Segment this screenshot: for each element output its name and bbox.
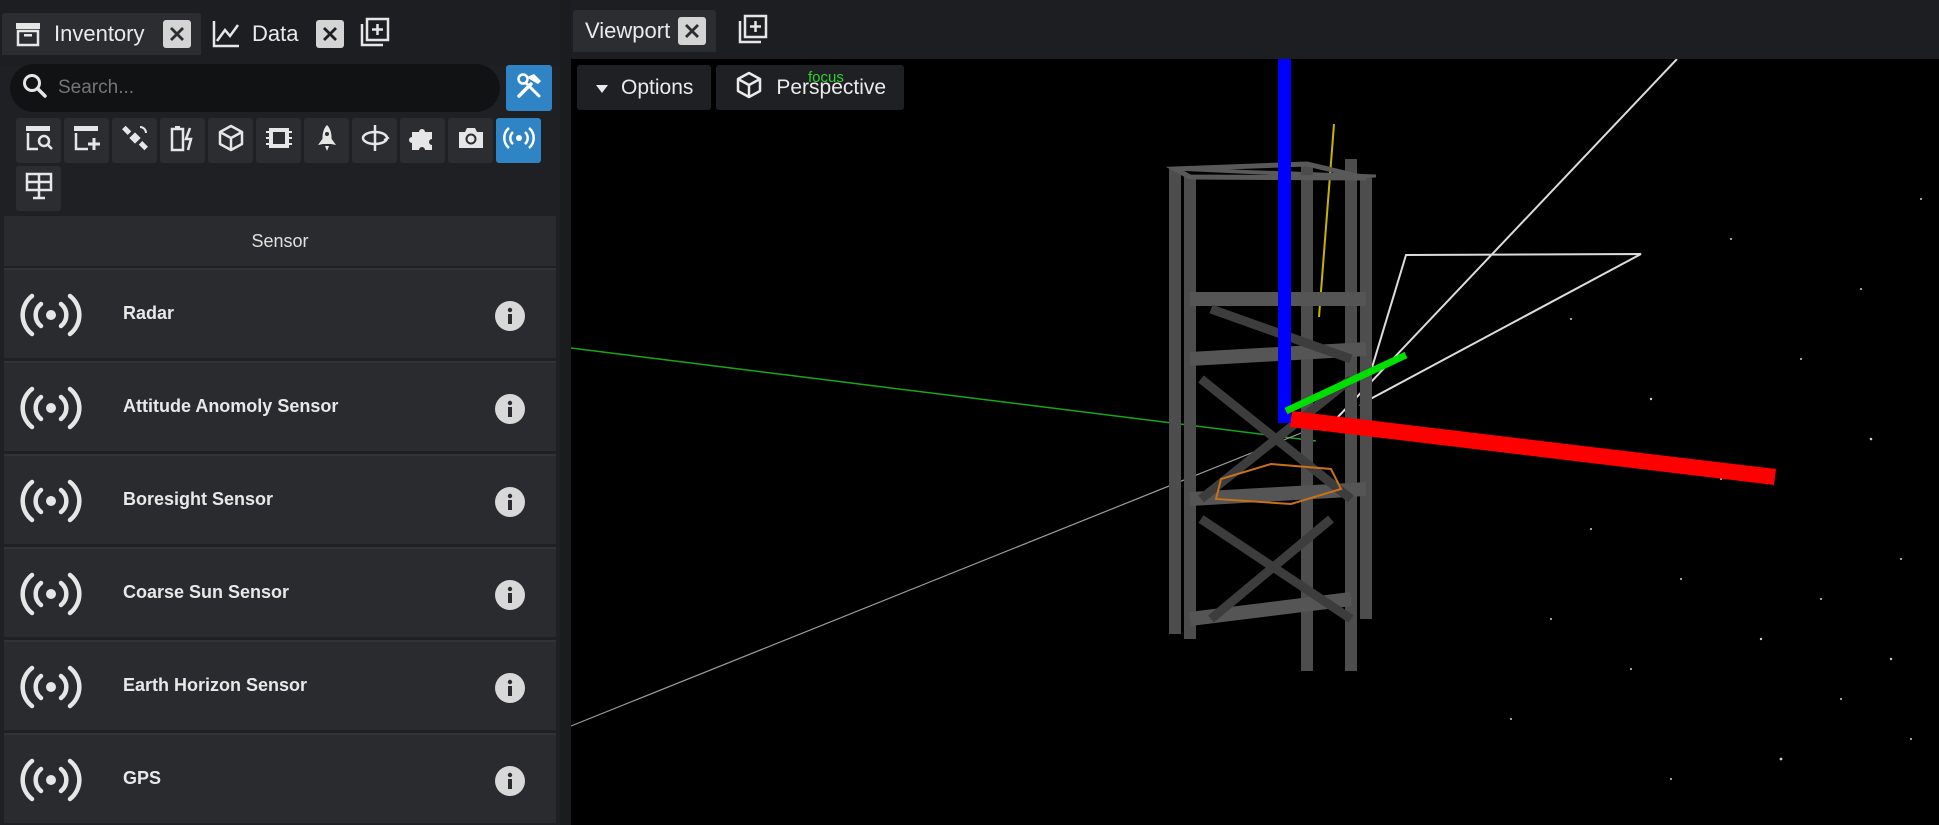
viewport-toolbar: Options Perspective: [577, 65, 905, 110]
filter-sensor[interactable]: [496, 118, 541, 163]
tab-viewport-label: Viewport: [585, 18, 671, 43]
filter-solar[interactable]: [16, 166, 61, 211]
list-item[interactable]: Earth Horizon Sensor: [4, 640, 556, 730]
search-input[interactable]: [58, 77, 478, 99]
add-tab-button[interactable]: [737, 13, 769, 50]
close-icon[interactable]: [678, 17, 707, 45]
list-item-label: Coarse Sun Sensor: [123, 582, 290, 602]
add-tab-icon: [737, 13, 769, 50]
options-label: Options: [621, 75, 694, 99]
options-button[interactable]: Options: [577, 65, 712, 110]
viewport-3d-scene[interactable]: [571, 59, 1939, 825]
inventory-add-icon: [72, 123, 102, 158]
close-icon[interactable]: [162, 20, 191, 48]
tab-viewport[interactable]: Viewport: [573, 10, 717, 52]
info-icon[interactable]: [495, 766, 525, 796]
rocket-icon: [312, 123, 342, 158]
info-icon[interactable]: [495, 394, 525, 424]
sensor-icon: [18, 755, 84, 805]
cube-icon: [216, 123, 246, 158]
filter-satellite[interactable]: [112, 118, 157, 163]
battery-charging-icon: [168, 123, 198, 158]
filter-payload[interactable]: [448, 118, 493, 163]
list-item-label: GPS: [123, 768, 162, 788]
info-icon[interactable]: [495, 487, 525, 517]
filter-structure[interactable]: [208, 118, 253, 163]
category-filters: [16, 118, 556, 214]
caret-down-icon: [595, 76, 609, 100]
sensor-icon: [502, 123, 535, 158]
info-icon[interactable]: [495, 301, 525, 331]
add-tab-button[interactable]: [359, 16, 391, 53]
list-item-label: Radar: [123, 303, 175, 323]
sensor-icon: [18, 476, 84, 526]
filter-plugins[interactable]: [400, 118, 445, 163]
solar-panel-icon: [24, 171, 54, 206]
info-icon[interactable]: [495, 580, 525, 610]
memory-chip-icon: [264, 123, 294, 158]
filter-inventory-search[interactable]: [16, 118, 61, 163]
hammer-wrench-icon: [514, 71, 544, 106]
list-item[interactable]: Coarse Sun Sensor: [4, 547, 556, 637]
list-item[interactable]: Radar: [4, 268, 556, 358]
pane-divider[interactable]: [560, 0, 571, 825]
viewport-tab-bar: Viewport: [571, 0, 1939, 59]
archive-icon: [12, 18, 44, 50]
filter-electronics[interactable]: [256, 118, 301, 163]
tools-button[interactable]: [506, 65, 552, 111]
sensor-icon: [18, 569, 84, 619]
left-tab-bar: Inventory Data: [0, 0, 560, 66]
sensor-icon: [18, 383, 84, 433]
inventory-panel: Inventory Data Search... Sensor Radar At…: [0, 0, 560, 825]
sensor-list: Radar Attitude Anomoly Sensor Boresight …: [4, 268, 556, 825]
camera-icon: [456, 123, 486, 158]
section-title: Sensor: [4, 216, 556, 266]
tab-inventory-label: Inventory: [54, 21, 145, 46]
line-chart-icon: [210, 18, 242, 50]
orbit-icon: [360, 123, 390, 158]
satellite-icon: [120, 123, 150, 158]
viewport-panel: Viewport Options Perspective focus: [571, 0, 1939, 825]
tab-data[interactable]: Data: [200, 13, 354, 55]
tab-data-label: Data: [252, 21, 299, 46]
list-item[interactable]: GPS: [4, 733, 556, 823]
tab-inventory[interactable]: Inventory: [2, 13, 201, 55]
search-box: [10, 64, 500, 112]
cube-icon: [734, 70, 764, 106]
filter-inventory-add[interactable]: [64, 118, 109, 163]
filter-propulsion[interactable]: [304, 118, 349, 163]
inventory-search-icon: [24, 123, 54, 158]
sensor-icon: [18, 290, 84, 340]
list-item-label: Boresight Sensor: [123, 489, 274, 509]
add-tab-icon: [359, 16, 391, 53]
list-item-label: Earth Horizon Sensor: [123, 675, 308, 695]
list-item[interactable]: Attitude Anomoly Sensor: [4, 361, 556, 451]
focus-label: focus: [808, 69, 844, 86]
filter-orbit[interactable]: [352, 118, 397, 163]
filter-power[interactable]: [160, 118, 205, 163]
sensor-icon: [18, 662, 84, 712]
close-icon[interactable]: [316, 20, 345, 48]
list-item[interactable]: Boresight Sensor: [4, 454, 556, 544]
info-icon[interactable]: [495, 673, 525, 703]
search-icon: [22, 73, 48, 104]
list-item-label: Attitude Anomoly Sensor: [123, 396, 339, 416]
puzzle-icon: [408, 123, 438, 158]
